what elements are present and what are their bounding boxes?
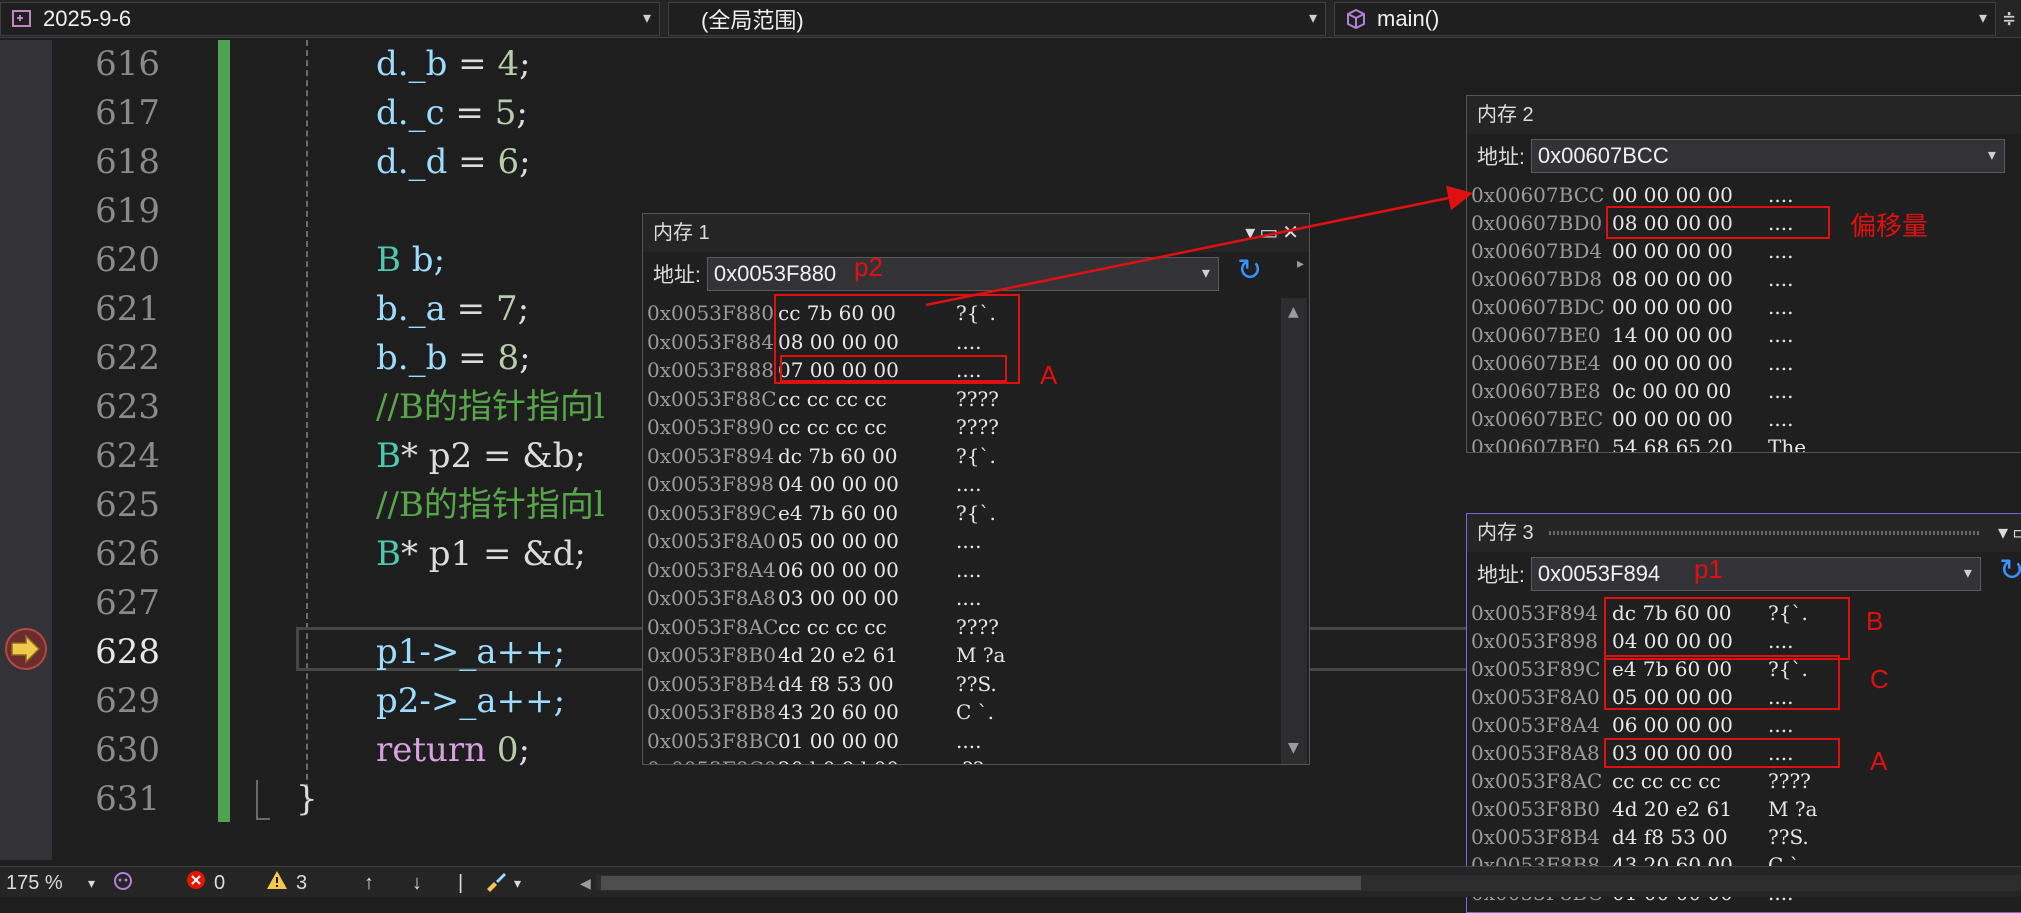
annotation-arrow-line	[926, 194, 1468, 305]
annotation-label-a-mem3: A	[1870, 746, 1887, 777]
annotation-label-c: C	[1870, 664, 1889, 695]
annotation-arrow	[0, 0, 2021, 897]
arrow-down-icon[interactable]: ↓	[412, 870, 422, 896]
chevron-down-icon[interactable]: ▾	[514, 870, 521, 896]
warning-count[interactable]: 3	[296, 870, 307, 896]
warning-icon[interactable]	[266, 870, 288, 896]
chevron-down-icon[interactable]: ▾	[88, 870, 95, 896]
zoom-level[interactable]: 175 %	[6, 870, 63, 896]
annotation-label-p2: p2	[854, 252, 883, 283]
separator: |	[458, 870, 463, 896]
error-count[interactable]: 0	[214, 870, 225, 896]
copilot-icon[interactable]	[112, 870, 134, 896]
annotation-label-offset: 偏移量	[1850, 206, 1928, 243]
brush-icon[interactable]	[484, 870, 508, 896]
annotation-label-b: B	[1866, 606, 1883, 637]
annotation-label-a-mem1: A	[1040, 360, 1057, 391]
horizontal-scrollbar-thumb[interactable]	[601, 876, 1361, 890]
status-bar: 175 % ▾ 0 3 ↑ ↓ | ▾ ◀	[0, 866, 2021, 897]
scroll-left-icon[interactable]: ◀	[580, 870, 591, 896]
arrow-up-icon[interactable]: ↑	[364, 870, 374, 896]
annotation-label-p1: p1	[1694, 554, 1723, 585]
error-icon[interactable]	[186, 870, 206, 896]
